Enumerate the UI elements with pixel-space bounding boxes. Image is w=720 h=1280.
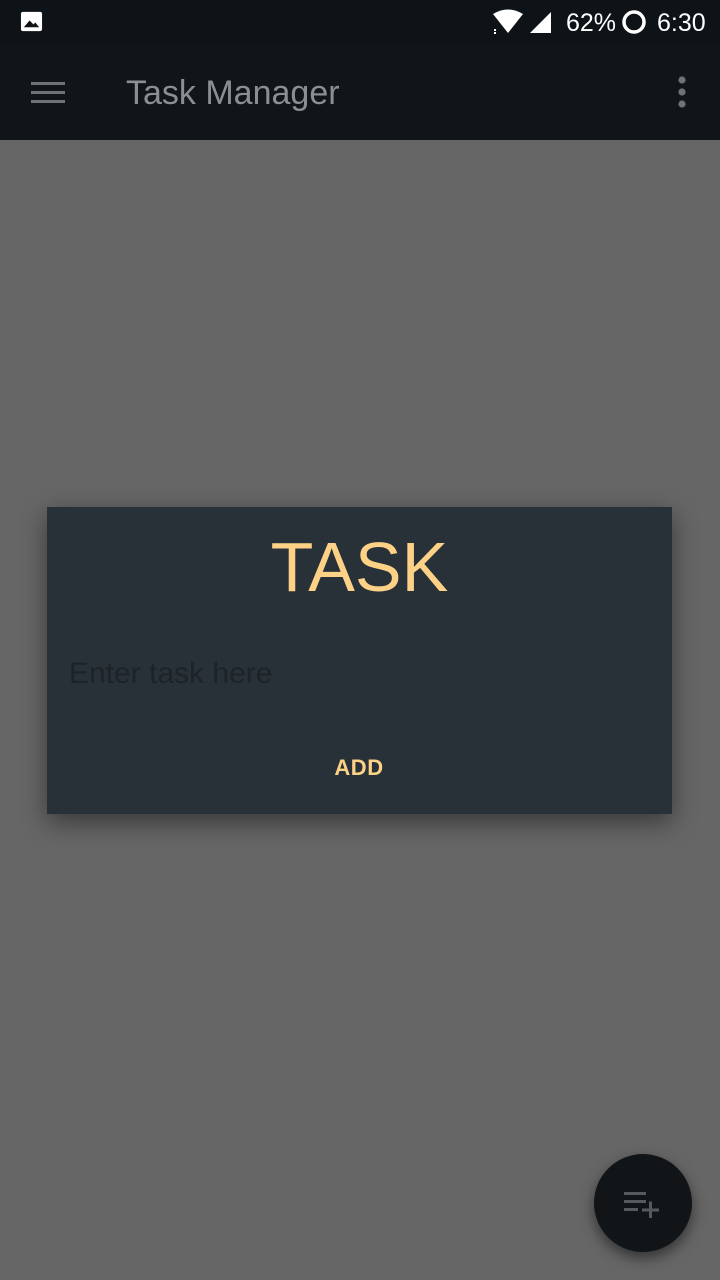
app-bar: Task Manager bbox=[0, 46, 720, 140]
wifi-icon bbox=[493, 9, 523, 34]
task-input[interactable] bbox=[69, 652, 629, 696]
clock: 6:30 bbox=[657, 9, 706, 37]
status-bar: 62% 6:30 bbox=[0, 0, 720, 46]
add-task-dialog: TASK ADD bbox=[47, 507, 672, 814]
menu-icon[interactable] bbox=[31, 79, 67, 107]
battery-saver-ring-icon bbox=[622, 10, 646, 34]
gallery-notification-icon bbox=[20, 11, 43, 32]
signal-icon bbox=[530, 12, 551, 33]
playlist-add-icon bbox=[624, 1192, 659, 1218]
add-task-fab[interactable] bbox=[594, 1154, 692, 1252]
dialog-title: TASK bbox=[270, 528, 449, 606]
overflow-menu-icon[interactable] bbox=[668, 74, 696, 110]
app-title: Task Manager bbox=[126, 74, 340, 112]
battery-percent: 62% bbox=[566, 9, 617, 37]
add-button[interactable]: ADD bbox=[318, 747, 399, 789]
